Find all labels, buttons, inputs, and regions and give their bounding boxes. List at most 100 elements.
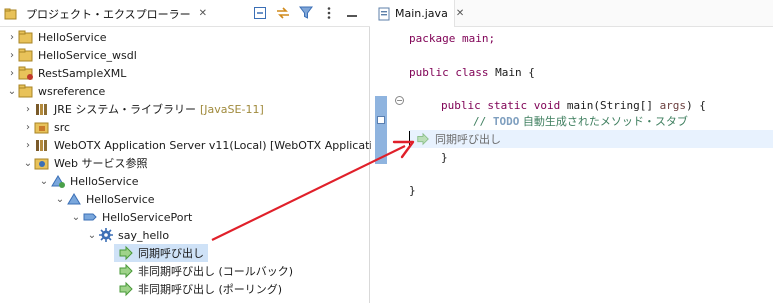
code-line-class[interactable]: public class Main { <box>409 63 535 81</box>
code-line-method-close[interactable]: } <box>441 148 448 166</box>
close-icon[interactable]: ✕ <box>199 8 207 19</box>
invoke-arrow-icon <box>415 131 431 147</box>
filter-icon[interactable] <box>298 5 314 21</box>
editor-tab-bar: Main.java ✕ <box>371 0 773 27</box>
expand-icon[interactable]: › <box>6 46 18 64</box>
tree-item-async-polling[interactable]: 非同期呼び出し (ポーリング) <box>114 280 282 298</box>
collapse-icon[interactable]: ⌄ <box>22 154 34 172</box>
port-icon <box>82 209 98 225</box>
tree-item-label: RestSampleXML <box>38 66 127 80</box>
project-icon <box>18 83 34 99</box>
tree-item-helloserviceport[interactable]: ⌄ HelloServicePort <box>70 208 193 226</box>
tree-item-decoration: [JavaSE-11] <box>200 102 264 116</box>
collapse-icon[interactable]: ⌄ <box>38 172 50 190</box>
tree-item-label: HelloService <box>38 30 107 44</box>
tree-item-label: JRE システム・ライブラリー <box>54 103 197 116</box>
keyword: package main; <box>409 31 496 45</box>
tree-item-helloservice-ref[interactable]: ⌄ HelloService <box>38 172 139 190</box>
tree-item-jre-library[interactable]: › JRE システム・ライブラリー [JavaSE-11] <box>22 100 264 118</box>
text-caret <box>409 131 410 147</box>
tree-item-helloservice-wsdl[interactable]: › HelloService_wsdl <box>6 46 137 64</box>
library-icon <box>34 101 50 117</box>
fold-collapse-icon[interactable]: − <box>395 96 404 105</box>
code-line-todo[interactable]: // TODO 自動生成されたメソッド・スタブ <box>473 112 688 130</box>
collapse-icon[interactable]: ⌄ <box>54 190 66 208</box>
project-explorer-view: プロジェクト・エクスプローラー ✕ › HelloService › Hello… <box>0 0 386 303</box>
code-line-package[interactable]: package main; <box>409 29 495 47</box>
operation-gear-icon <box>98 227 114 243</box>
invoke-arrow-icon <box>118 263 134 279</box>
expand-icon[interactable]: › <box>22 118 34 136</box>
parameter: args <box>659 98 687 112</box>
invoke-arrow-icon <box>118 245 134 261</box>
view-toolbar <box>252 5 360 21</box>
invoke-arrow-icon <box>118 281 134 297</box>
tree-item-label: Web サービス参照 <box>54 157 148 170</box>
library-icon <box>34 137 50 153</box>
comment: // <box>473 114 493 128</box>
tree-item-label: 同期呼び出し <box>138 247 204 260</box>
collapse-icon[interactable]: ⌄ <box>70 208 82 226</box>
tree-item-label: 非同期呼び出し (コールバック) <box>138 265 294 278</box>
collapse-all-icon[interactable] <box>252 5 268 21</box>
comment: 自動生成されたメソッド・スタブ <box>519 115 688 128</box>
view-tab-bar: プロジェクト・エクスプローラー ✕ <box>0 0 370 27</box>
collapse-icon[interactable]: ⌄ <box>86 226 98 244</box>
expand-icon[interactable]: › <box>6 28 18 46</box>
service-icon <box>50 173 66 189</box>
todo-tag: TODO <box>492 114 520 128</box>
annotation-ruler <box>375 96 387 164</box>
tree-item-label: wsreference <box>38 84 106 98</box>
tree-item-label: HelloService <box>70 174 139 188</box>
expand-icon[interactable]: › <box>6 64 18 82</box>
service-triangle-icon <box>66 191 82 207</box>
code-text: } <box>409 183 416 197</box>
tab-title: Main.java <box>395 7 448 20</box>
tree-item-label: src <box>54 120 71 134</box>
tree-item-label: HelloService <box>86 192 155 206</box>
tree-item-say-hello[interactable]: ⌄ say_hello <box>86 226 169 244</box>
minimize-icon[interactable] <box>344 5 360 21</box>
tab-title: プロジェクト・エクスプローラー <box>26 7 191 21</box>
tree-item-webotx-library[interactable]: › WebOTX Application Server v11(Local) [… <box>22 136 386 154</box>
tree-item-sync-invoke[interactable]: 同期呼び出し <box>114 244 208 262</box>
drag-drop-preview: 同期呼び出し <box>415 131 501 147</box>
tree-item-label: 非同期呼び出し (ポーリング) <box>138 283 283 296</box>
keyword: public class <box>409 65 496 79</box>
java-file-icon <box>377 6 391 22</box>
project-explorer-icon <box>4 6 18 22</box>
tree-item-src[interactable]: › src <box>22 118 70 136</box>
tree-item-web-service-ref[interactable]: ⌄ Web サービス参照 <box>22 154 148 172</box>
ruler-marker <box>377 116 385 124</box>
tab-project-explorer[interactable]: プロジェクト・エクスプローラー ✕ <box>0 0 207 27</box>
code-text: Main { <box>495 65 535 79</box>
tree-item-label: say_hello <box>118 228 170 242</box>
expand-icon[interactable]: › <box>22 100 34 118</box>
tree-item-restsamplexml[interactable]: › RestSampleXML <box>6 64 126 82</box>
code-text: ) { <box>686 98 706 112</box>
keyword: public static void <box>441 98 567 112</box>
close-icon[interactable]: ✕ <box>456 8 464 19</box>
project-icon <box>18 29 34 45</box>
web-service-ref-icon <box>34 155 50 171</box>
tree-item-label: WebOTX Application Server v11(Local) [We… <box>54 138 387 152</box>
java-editor: Main.java ✕ − package main; public class… <box>371 0 773 303</box>
project-icon <box>18 47 34 63</box>
code-text: } <box>441 150 448 164</box>
code-text: main(String[] <box>566 98 660 112</box>
tab-main-java[interactable]: Main.java ✕ <box>371 0 464 27</box>
tree-item-helloservice[interactable]: › HelloService <box>6 28 107 46</box>
tree-item-label: HelloService_wsdl <box>38 48 137 62</box>
code-line-class-close[interactable]: } <box>409 181 416 199</box>
tree-item-wsreference[interactable]: ⌄ wsreference <box>6 82 105 100</box>
view-menu-icon[interactable] <box>321 5 337 21</box>
drag-drop-label: 同期呼び出し <box>435 133 501 146</box>
expand-icon[interactable]: › <box>22 136 34 154</box>
project-icon <box>18 65 34 81</box>
tree-item-helloservice-service[interactable]: ⌄ HelloService <box>54 190 155 208</box>
tree-item-label: HelloServicePort <box>102 210 193 224</box>
tree-item-async-callback[interactable]: 非同期呼び出し (コールバック) <box>114 262 293 280</box>
link-with-editor-icon[interactable] <box>275 5 291 21</box>
source-folder-icon <box>34 119 50 135</box>
collapse-icon[interactable]: ⌄ <box>6 82 18 100</box>
